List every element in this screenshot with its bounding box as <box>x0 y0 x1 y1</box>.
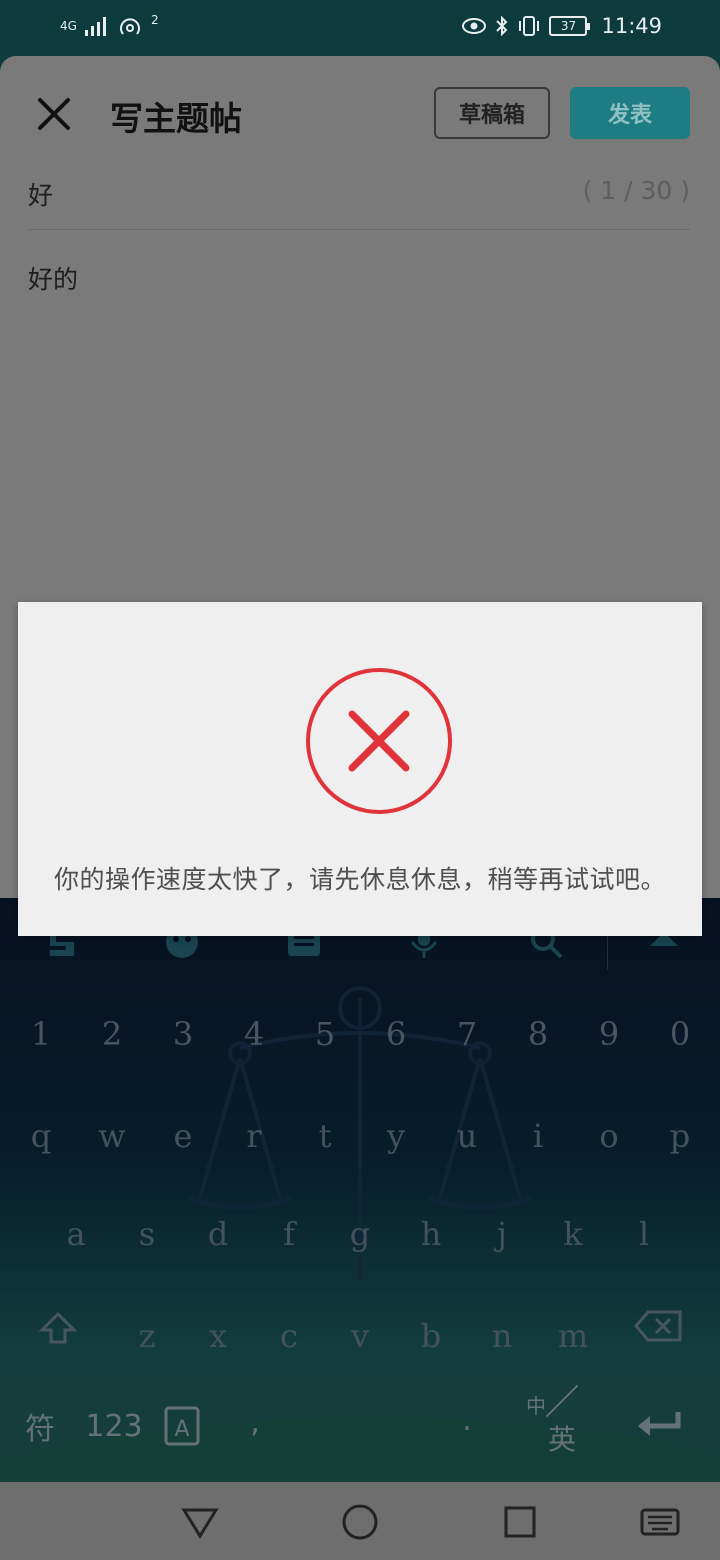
battery-level: 37 <box>560 19 577 33</box>
bluetooth-icon <box>496 15 508 37</box>
toast-message: 你的操作速度太快了，请先休息休息，稍等再试试吧。 <box>53 865 666 894</box>
subject-char-count: ( 1 / 30 ) <box>582 176 690 205</box>
status-left: 4G 2 <box>60 13 159 38</box>
publish-button[interactable]: 发表 <box>570 87 690 139</box>
system-nav-bar <box>0 1482 720 1560</box>
eye-icon <box>462 18 487 34</box>
battery-icon: 37 <box>549 16 591 36</box>
home-nav-icon[interactable] <box>340 1502 380 1542</box>
vibrate-icon <box>519 16 540 36</box>
keyboard-dim-overlay <box>0 898 720 1482</box>
signal-bars-icon <box>84 17 106 36</box>
toolbar: 写主题帖 草稿箱 发表 <box>0 56 720 168</box>
recents-nav-icon[interactable] <box>500 1502 540 1542</box>
status-right: 37 11:49 <box>461 14 662 38</box>
subject-field[interactable]: 好 ( 1 / 30 ) <box>28 168 690 230</box>
clock: 11:49 <box>601 14 662 38</box>
status-bar: 4G 2 37 11:49 <box>0 0 720 56</box>
drafts-button[interactable]: 草稿箱 <box>434 87 550 139</box>
keyboard-nav-icon[interactable] <box>640 1502 680 1542</box>
close-icon[interactable] <box>32 92 76 136</box>
signal-icon: 4G <box>60 20 77 32</box>
page-title: 写主题帖 <box>110 99 242 138</box>
error-x-icon <box>306 668 452 814</box>
body-input[interactable]: 好的 <box>28 260 78 296</box>
hotspot-icon <box>119 18 140 35</box>
error-toast: 你的操作速度太快了，请先休息休息，稍等再试试吧。 <box>18 602 702 936</box>
subject-input[interactable]: 好 <box>28 176 53 212</box>
network-type: 4G <box>60 19 77 33</box>
hotspot-count: 2 <box>150 13 159 27</box>
back-nav-icon[interactable] <box>180 1502 220 1542</box>
